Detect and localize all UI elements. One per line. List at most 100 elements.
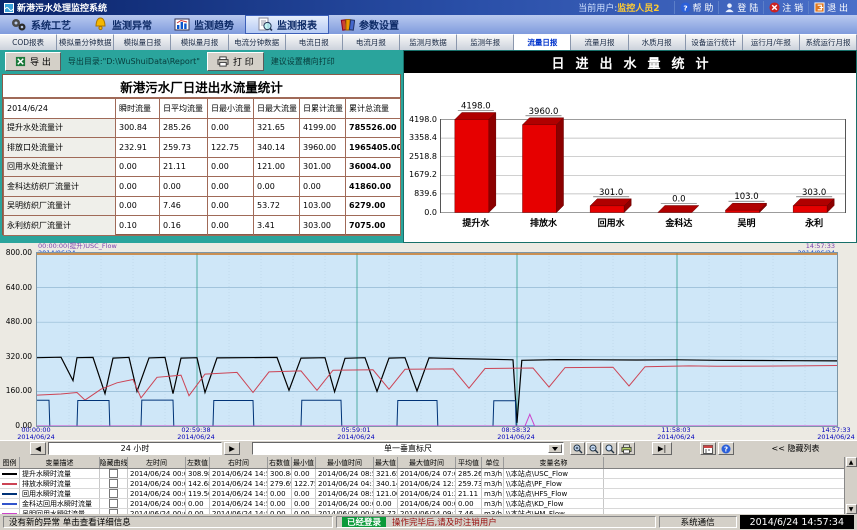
trend-table-cell: 0.00	[456, 499, 482, 508]
flow-cell: 0.16	[160, 216, 208, 236]
trend-table-row[interactable]: 回用水瞬时流量2014/06/24 00:00:00119.502014/06/…	[0, 489, 857, 499]
tab-系统运行月报[interactable]: 系统运行月报	[800, 34, 857, 50]
gears-icon	[11, 17, 27, 32]
calendar-button[interactable]	[700, 442, 716, 455]
vertical-scale-combo[interactable]: 单一垂直标尺	[252, 442, 564, 455]
hide-curve-cell	[100, 479, 128, 488]
tab-电流日报[interactable]: 电流日报	[286, 34, 343, 50]
tab-运行月/年报[interactable]: 运行月/年报	[743, 34, 800, 50]
login-status-segment: 已经登录 操作完毕后,请及时注销用户	[336, 516, 656, 528]
trend-table-row[interactable]: 排放水瞬时流量2014/06/24 00:00:00142.682014/06/…	[0, 479, 857, 489]
tab-COD报表[interactable]: COD报表	[0, 34, 57, 50]
flow-table-panel: 新港污水厂日进出水流量统计 2014/6/24瞬时流量日平均流量日最小流量日最大…	[0, 73, 403, 243]
tab-流量月报[interactable]: 流量月报	[571, 34, 628, 50]
hide-curve-cell	[100, 469, 128, 478]
menu-item-label: 参数设置	[359, 17, 399, 32]
trend-range-box[interactable]: 24 小时	[48, 442, 222, 455]
trend-table-cell: 2014/06/24 00:00:00	[128, 469, 186, 478]
trend-table-column-header: 左时间	[128, 457, 186, 468]
flow-cell: 0.00	[208, 157, 254, 177]
trend-table-cell: 259.73	[456, 479, 482, 488]
trend-table-cell: 340.14	[374, 479, 398, 488]
tab-模拟量日报[interactable]: 模拟量日报	[114, 34, 171, 50]
titlebar-button-exit[interactable]: 退 出	[808, 1, 853, 14]
bar-chart-title: 日进出水量统计	[404, 51, 856, 73]
flow-row-name: 提升水处流量计	[4, 118, 116, 138]
combo-dropdown-arrow-icon[interactable]	[548, 444, 562, 453]
alarm-status-text[interactable]: 没有新的异常 单击查看详细信息	[3, 516, 333, 528]
titlebar-button-label: 登 陆	[737, 1, 758, 14]
trend-table-scrollbar[interactable]: ▲ ▼	[844, 457, 857, 514]
tab-水质月报[interactable]: 水质月报	[629, 34, 686, 50]
tab-模拟量分钟数据[interactable]: 模拟量分钟数据	[57, 34, 114, 50]
flow-cell: 4199.00	[300, 118, 346, 138]
user-icon	[724, 2, 735, 13]
trend-next-button[interactable]: ▶	[224, 442, 240, 455]
trend-table-cell: \\本站点\HFS_Flow	[504, 489, 604, 498]
menu-item-监测报表[interactable]: 监测报表	[245, 15, 329, 34]
export-button[interactable]: 导 出	[5, 52, 61, 71]
trend-table-cell: 122.75	[292, 479, 316, 488]
tab-设备运行统计[interactable]: 设备运行统计	[686, 34, 743, 50]
hide-curve-checkbox[interactable]	[109, 479, 118, 488]
zoom-in-button[interactable]	[570, 442, 585, 455]
menu-item-监测异常[interactable]: 监测异常	[82, 15, 163, 34]
flow-cell: 53.72	[254, 196, 300, 216]
tab-电流月报[interactable]: 电流月报	[343, 34, 400, 50]
bar-chart-body: 4198.0提升水3960.0排放水301.0回用水0.0金科达103.0吴明3…	[404, 73, 856, 242]
titlebar-button-user[interactable]: 登 陆	[718, 1, 763, 14]
flow-table-row: 永利纺织厂流量计0.100.160.003.41303.007075.00	[4, 216, 401, 236]
scroll-up-icon[interactable]: ▲	[846, 457, 857, 467]
login-status-message: 操作完毕后,请及时注销用户	[392, 516, 497, 528]
trend-table-cell: 321.65	[374, 469, 398, 478]
tab-电流分钟数据[interactable]: 电流分钟数据	[229, 34, 286, 50]
tab-流量日报[interactable]: 流量日报	[514, 34, 571, 50]
titlebar-button-logout[interactable]: 注 销	[763, 1, 808, 14]
hide-curve-checkbox[interactable]	[109, 469, 118, 478]
variable-description: 回用水瞬时流量	[20, 489, 100, 498]
trend-table-row-filler	[604, 489, 857, 498]
titlebar-button-help[interactable]: ?帮 助	[674, 1, 719, 14]
menu-item-监测趋势[interactable]: 监测趋势	[163, 15, 245, 34]
app-window: 新港污水处理监控系统 当前用户: 监控人员2 ?帮 助登 陆注 销退 出 系统工…	[0, 0, 857, 530]
trend-table-column-header: 平均值	[456, 457, 482, 468]
trend-chart	[37, 253, 837, 426]
flow-cell: 3960.00	[300, 138, 346, 158]
flow-cell: 232.91	[116, 138, 160, 158]
tab-模拟量月报[interactable]: 模拟量月报	[171, 34, 228, 50]
flow-table-row: 回用水处流量计0.0021.110.00121.00301.0036004.00	[4, 157, 401, 177]
hide-list-button[interactable]: << 隐藏列表	[748, 443, 843, 454]
bar-chart-panel: 日进出水量统计 4198.0提升水3960.0排放水301.0回用水0.0金科达…	[403, 50, 857, 243]
tab-监测月数据[interactable]: 监测月数据	[400, 34, 457, 50]
trend-plot-area[interactable]	[36, 252, 838, 427]
zoom-out-button[interactable]	[586, 442, 601, 455]
trend-table-cell: \\本站点\USC_Flow	[504, 469, 604, 478]
hide-curve-cell	[100, 499, 128, 508]
flow-statistics-table: 2014/6/24瞬时流量日平均流量日最小流量日最大流量日累计流量累计总流量提升…	[3, 98, 401, 236]
menu-item-系统工艺[interactable]: 系统工艺	[0, 15, 82, 34]
menu-item-参数设置[interactable]: 参数设置	[329, 15, 410, 34]
flow-cell: 301.00	[300, 157, 346, 177]
trend-step-forward-button[interactable]: ▶|	[652, 442, 672, 455]
help-tool-button[interactable]: ?	[718, 442, 734, 455]
hide-curve-checkbox[interactable]	[109, 499, 118, 508]
trend-table-row[interactable]: 金科达回用水瞬时流量2014/06/24 00:00:000.002014/06…	[0, 499, 857, 509]
trend-table-cell: 285.26	[456, 469, 482, 478]
flow-table-row: 提升水处流量计300.84285.260.00321.654199.007855…	[4, 118, 401, 138]
tab-监测年报[interactable]: 监测年报	[457, 34, 514, 50]
trend-table-header-filler	[604, 457, 857, 468]
hide-curve-checkbox[interactable]	[109, 489, 118, 498]
print-button[interactable]: 打 印	[207, 52, 264, 71]
trend-table-cell: \\本站点\KD_Flow	[504, 499, 604, 508]
trend-print-button[interactable]	[618, 442, 635, 455]
trend-table-row-filler	[604, 499, 857, 508]
trend-table-row[interactable]: 提升水瞬时流量2014/06/24 00:00:00308.982014/06/…	[0, 469, 857, 479]
scroll-down-icon[interactable]: ▼	[846, 504, 857, 514]
zoom-reset-button[interactable]	[602, 442, 617, 455]
flow-cell: 21.11	[160, 157, 208, 177]
report-toolbar: 导 出 导出目录:"D:\WuShuiData\Report" 打 印 建议设置…	[0, 50, 403, 73]
flow-cell: 3.41	[254, 216, 300, 236]
flow-cell: 7075.00	[346, 216, 401, 236]
trend-prev-button[interactable]: ◀	[30, 442, 46, 455]
print-hint-text: 建议设置横向打印	[271, 56, 335, 67]
